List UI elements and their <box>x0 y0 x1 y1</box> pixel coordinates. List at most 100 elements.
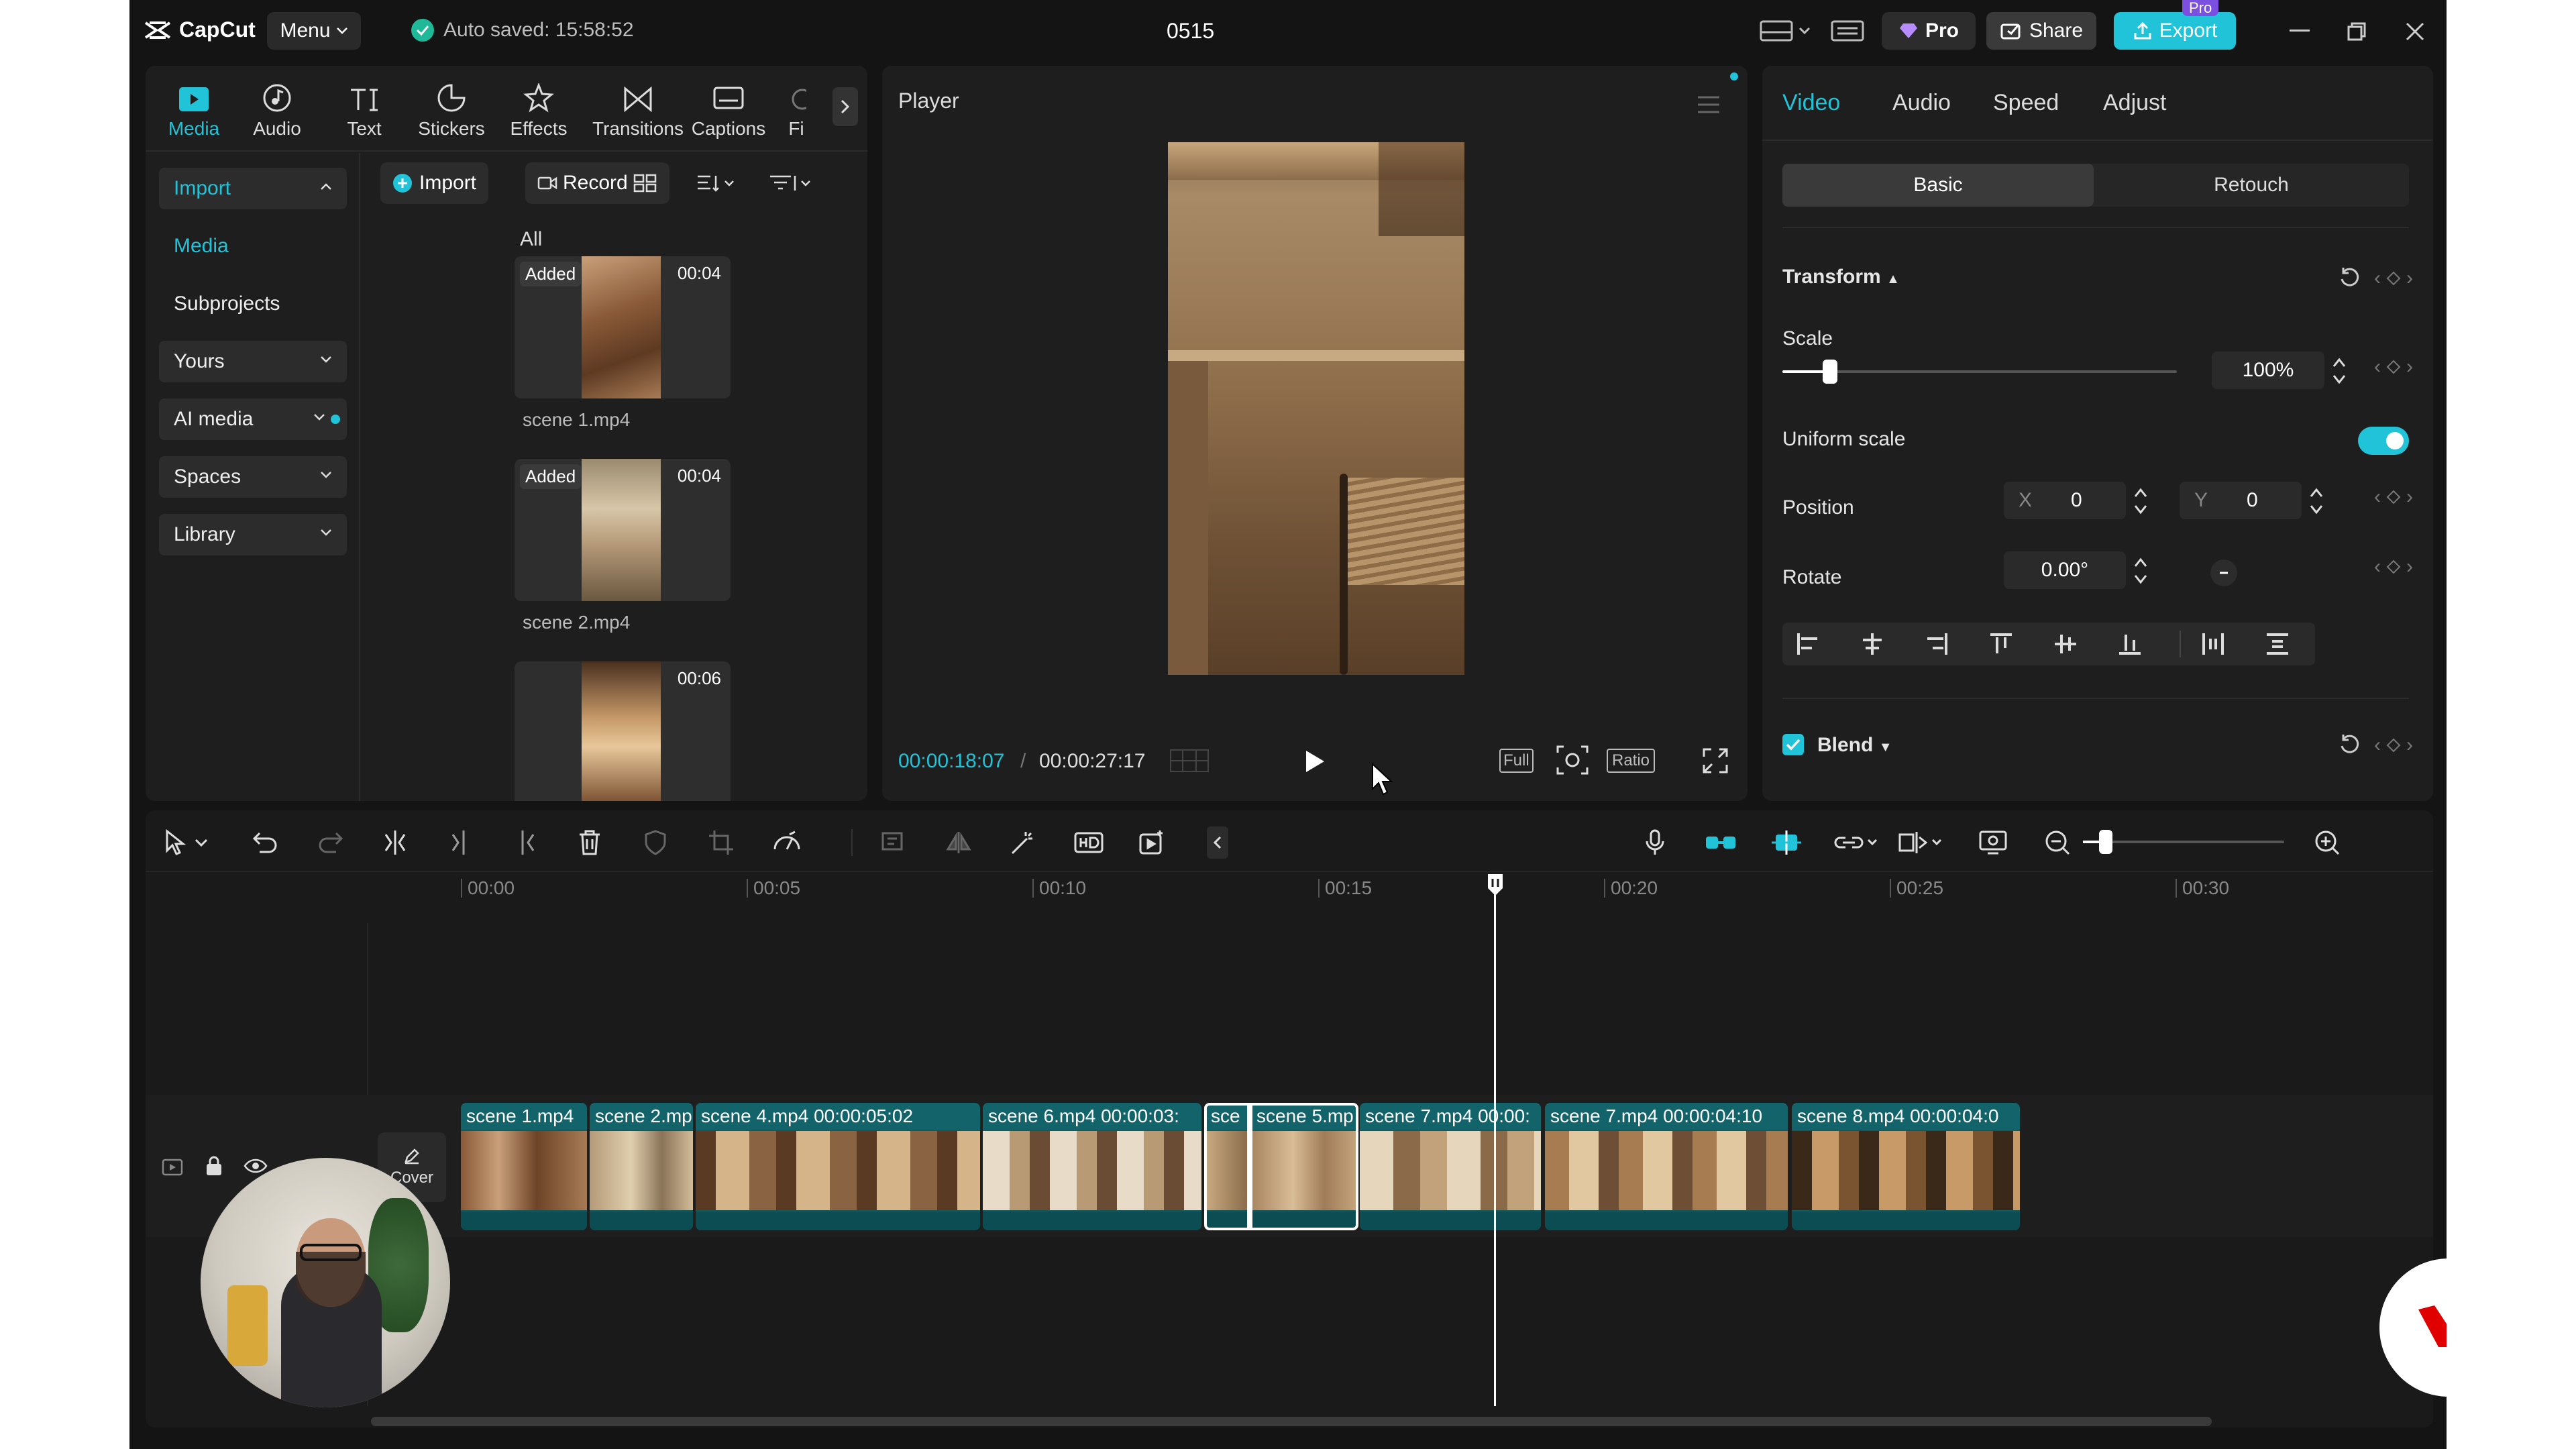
subtab-basic[interactable]: Basic <box>1782 164 2094 207</box>
sidebar-item-spaces[interactable]: Spaces <box>159 456 347 498</box>
track-video-icon[interactable] <box>162 1158 183 1177</box>
tab-media[interactable]: Media <box>154 75 234 140</box>
blend-keyframe[interactable]: ‹ › <box>2374 734 2413 757</box>
sidebar-item-media[interactable]: Media <box>159 225 347 267</box>
sidebar-item-yours[interactable]: Yours <box>159 341 347 382</box>
preview-axis-icon[interactable] <box>1898 825 1945 860</box>
speed-ramp-icon[interactable] <box>769 825 804 860</box>
transition-handle[interactable] <box>1247 1103 1252 1230</box>
align-center-h-icon[interactable] <box>1859 631 1886 657</box>
distribute-h-icon[interactable] <box>2200 631 2226 657</box>
quality-full-button[interactable]: Full <box>1499 749 1534 773</box>
tab-audio-settings[interactable]: Audio <box>1892 90 1951 116</box>
shortcut-icon[interactable] <box>1831 19 1864 43</box>
timeline-scrollbar[interactable] <box>371 1417 2212 1426</box>
select-tool-dropdown[interactable] <box>190 825 213 860</box>
link-icon[interactable] <box>1833 825 1880 860</box>
tab-effects[interactable]: Effects <box>498 75 579 140</box>
tab-captions[interactable]: Captions <box>685 75 772 140</box>
blend-section[interactable]: Blend ▼ <box>1817 734 1892 757</box>
scale-slider-handle[interactable] <box>1823 360 1837 384</box>
crop-icon[interactable] <box>704 825 739 860</box>
scale-input[interactable]: 100% <box>2212 352 2324 389</box>
align-bottom-icon[interactable] <box>2116 631 2143 657</box>
zoom-out-icon[interactable] <box>2040 825 2075 860</box>
import-button[interactable]: Import <box>380 162 489 204</box>
tab-audio[interactable]: Audio <box>237 75 317 140</box>
tab-speed[interactable]: Speed <box>1993 90 2059 116</box>
fullscreen-icon[interactable] <box>1702 747 1729 774</box>
blend-checkbox[interactable] <box>1782 734 1804 755</box>
zoom-slider[interactable] <box>2083 830 2284 854</box>
scale-keyframe[interactable]: ‹ › <box>2374 356 2413 378</box>
align-left-icon[interactable] <box>1794 631 1821 657</box>
minimize-icon[interactable] <box>2290 30 2310 32</box>
pro-button[interactable]: Pro <box>1882 12 1976 50</box>
hd-icon[interactable] <box>1071 825 1106 860</box>
delete-icon[interactable] <box>572 825 607 860</box>
position-x-input[interactable]: X 0 <box>2004 482 2126 519</box>
tab-filters[interactable]: Fi <box>769 75 823 140</box>
tab-stickers[interactable]: Stickers <box>411 75 492 140</box>
rotate-dial[interactable] <box>2209 558 2239 588</box>
timeline-view-icon[interactable] <box>1169 747 1210 774</box>
tab-text[interactable]: Text <box>324 75 405 140</box>
freeze-frame-icon[interactable] <box>877 825 912 860</box>
timeline-clip[interactable]: scene 7.mp4 00:00:04:10 <box>1545 1103 1788 1230</box>
zoom-fit-icon[interactable] <box>1976 825 2010 860</box>
shield-icon[interactable] <box>638 825 673 860</box>
sidebar-item-import[interactable]: Import <box>159 168 347 209</box>
media-item-scene-2[interactable]: Added 00:04 <box>515 459 731 601</box>
playhead-handle[interactable] <box>1486 872 1505 898</box>
zoom-in-icon[interactable] <box>2310 825 2345 860</box>
rotate-stepper-icon[interactable] <box>2133 554 2149 588</box>
play-button[interactable] <box>1303 749 1326 774</box>
media-item-scene-1[interactable]: Added 00:04 <box>515 256 731 398</box>
tab-adjust[interactable]: Adjust <box>2103 90 2167 116</box>
eye-icon[interactable] <box>244 1158 268 1174</box>
main-track-magnet-icon[interactable] <box>1703 825 1738 860</box>
timeline-clip[interactable]: scene 1.mp4 <box>461 1103 587 1230</box>
auto-reframe-icon[interactable] <box>1136 825 1171 860</box>
timeline-clip[interactable]: scene 7.mp4 00:00: <box>1360 1103 1541 1230</box>
split-icon[interactable] <box>378 825 413 860</box>
lock-icon[interactable] <box>205 1155 223 1177</box>
export-button[interactable]: Export <box>2114 12 2236 50</box>
position-keyframe[interactable]: ‹ › <box>2374 486 2413 508</box>
timeline-ruler[interactable]: 00:00 00:05 00:10 00:15 00:20 00:25 00:30 <box>461 877 2406 898</box>
toolbar-next-button[interactable] <box>833 87 858 126</box>
blend-reset-icon[interactable] <box>2338 733 2362 757</box>
distribute-v-icon[interactable] <box>2264 631 2291 657</box>
zoom-slider-handle[interactable] <box>2099 830 2112 854</box>
undo-icon[interactable] <box>248 825 282 860</box>
keyframe-controls[interactable]: ‹ › <box>2374 267 2413 290</box>
ratio-button[interactable]: Ratio <box>1607 749 1656 773</box>
menu-button[interactable]: Menu <box>267 12 361 50</box>
timeline-clip[interactable]: scene 6.mp4 00:00:03: <box>983 1103 1201 1230</box>
record-button[interactable]: Record <box>525 162 669 204</box>
auto-snap-icon[interactable] <box>1769 825 1804 860</box>
subtab-retouch[interactable]: Retouch <box>2094 164 2409 207</box>
select-tool-icon[interactable] <box>158 825 193 860</box>
mirror-icon[interactable] <box>941 825 976 860</box>
toolbar-collapse-button[interactable] <box>1207 826 1228 859</box>
position-y-input[interactable]: Y 0 <box>2180 482 2302 519</box>
sidebar-item-ai-media[interactable]: AI media <box>159 398 347 440</box>
transform-section[interactable]: Transform ▲ <box>1782 266 1900 288</box>
timeline-clip[interactable]: scene 4.mp4 00:00:05:02 <box>696 1103 980 1230</box>
layout-icon[interactable] <box>1760 19 1813 43</box>
y-stepper-icon[interactable] <box>2308 484 2324 518</box>
restore-icon[interactable] <box>2347 21 2367 42</box>
player-menu-icon[interactable] <box>1697 95 1721 114</box>
scale-stepper-icon[interactable] <box>2331 354 2347 388</box>
scale-slider[interactable] <box>1782 360 2177 384</box>
sidebar-item-subprojects[interactable]: Subprojects <box>159 283 347 325</box>
share-button[interactable]: Share <box>1986 12 2096 50</box>
timeline-clip[interactable]: scene 8.mp4 00:00:04:0 <box>1792 1103 2020 1230</box>
redo-icon[interactable] <box>313 825 348 860</box>
media-item-scene-3[interactable]: 00:06 <box>515 661 731 801</box>
sort-icon[interactable] <box>696 173 736 193</box>
microphone-icon[interactable] <box>1638 825 1672 860</box>
align-center-v-icon[interactable] <box>2052 631 2079 657</box>
timeline-clip[interactable]: scene 2.mp <box>590 1103 693 1230</box>
